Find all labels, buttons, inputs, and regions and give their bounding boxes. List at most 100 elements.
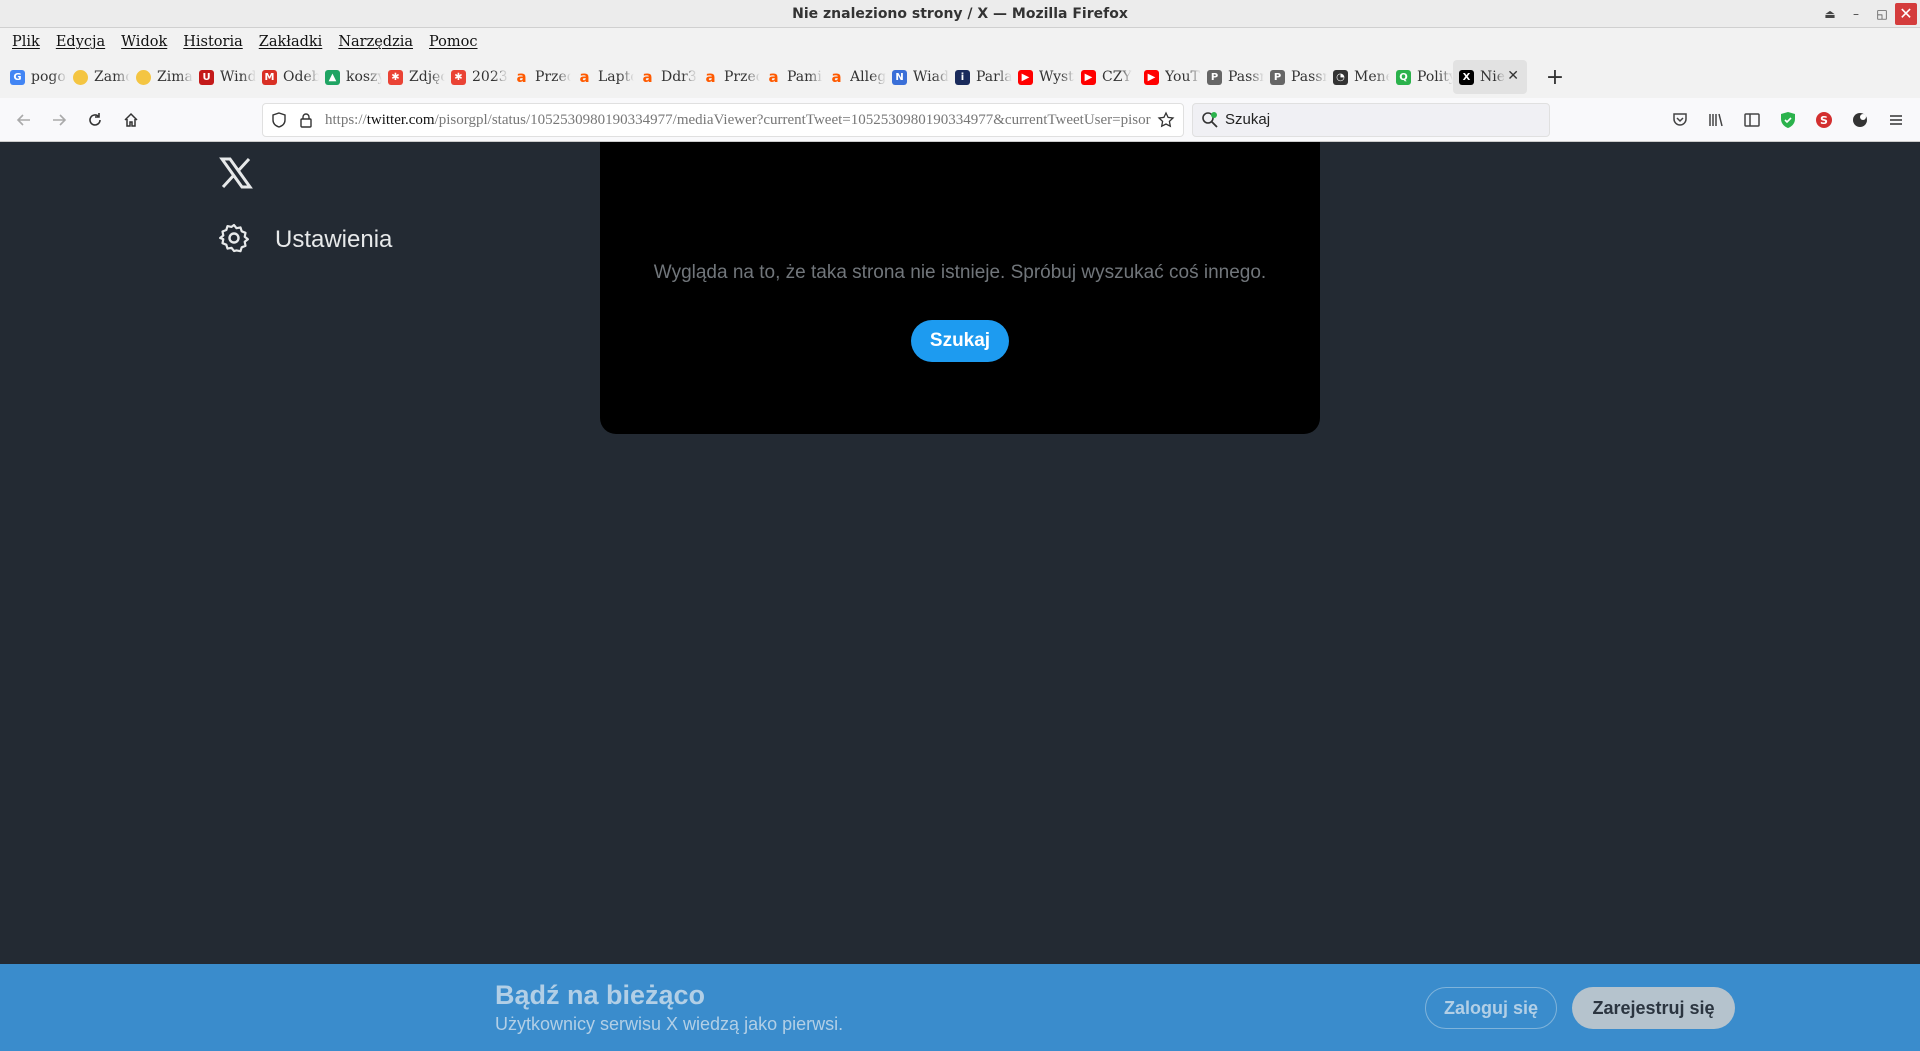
tab-label: Nie xyxy=(1480,69,1506,85)
lock-icon[interactable] xyxy=(299,112,313,132)
browser-tab[interactable]: ◔ Menedżer xyxy=(1327,60,1390,94)
new-tab-plus-icon[interactable]: + xyxy=(1537,60,1573,94)
x-icon: X xyxy=(1459,69,1474,85)
browser-tab[interactable]: a Laptop xyxy=(571,60,634,94)
extension-puzzle-icon[interactable] xyxy=(1848,108,1872,132)
search-button[interactable]: Szukaj xyxy=(911,320,1009,362)
browser-tab[interactable]: i Parlament xyxy=(949,60,1012,94)
google-icon: G xyxy=(10,69,25,85)
tab-label: Laptop xyxy=(598,69,634,85)
tab-label: Wystąpienie xyxy=(1039,69,1075,85)
tab-label: Polityka xyxy=(1417,69,1453,85)
gmail-icon: M xyxy=(262,69,277,85)
menubar: Plik Edycja Widok Historia Zakładki Narz… xyxy=(0,28,1920,56)
menu-view[interactable]: Widok xyxy=(113,34,175,50)
allegro-icon: a xyxy=(642,68,653,86)
settings-nav-item[interactable]: Ustawienia xyxy=(218,222,392,258)
tab-label: Windows xyxy=(220,69,256,85)
youtube-icon: ▶ xyxy=(1144,69,1159,85)
x-logo-icon[interactable] xyxy=(219,156,253,190)
browser-tab[interactable]: a Pamięć xyxy=(760,60,823,94)
browser-tab[interactable]: M Odebrane xyxy=(256,60,319,94)
library-icon[interactable] xyxy=(1704,108,1728,132)
tab-label: Parlament xyxy=(976,69,1012,85)
not-found-panel: Wygląda na to, że taka strona nie istnie… xyxy=(600,142,1320,434)
tab-label: Pamięć xyxy=(787,69,823,85)
pocket-icon[interactable] xyxy=(1668,108,1692,132)
browser-tab[interactable]: Gpogoda xyxy=(4,60,67,94)
ublock-icon: U xyxy=(199,69,214,85)
tab-label: Zdjęcia xyxy=(409,69,445,85)
tab-strip: Gpogoda Zamów Zima U Windows M Odebrane ▲ koszyk… xyxy=(0,56,1920,98)
menu-edit[interactable]: Edycja xyxy=(48,34,113,50)
menu-help[interactable]: Pomoc xyxy=(421,34,486,50)
hamburger-menu-icon[interactable] xyxy=(1884,108,1908,132)
polityka-icon: Q xyxy=(1396,69,1411,85)
tab-label: Passmark xyxy=(1291,69,1327,85)
extension-s-icon[interactable]: S xyxy=(1812,108,1836,132)
tab-label: Wiadomości xyxy=(913,69,949,85)
tab-label: Zima xyxy=(157,69,193,85)
tab-close-icon[interactable]: ✕ xyxy=(1507,68,1519,84)
menu-bookmarks[interactable]: Zakładki xyxy=(251,34,331,50)
tab-label: pogoda xyxy=(31,69,67,85)
tab-label: CZY xyxy=(1102,69,1132,85)
browser-tab[interactable]: P Passmark xyxy=(1201,60,1264,94)
menu-file[interactable]: Plik xyxy=(4,34,48,50)
signup-button[interactable]: Zarejestruj się xyxy=(1572,987,1735,1029)
passmark-icon: P xyxy=(1270,69,1285,85)
browser-tab[interactable]: ▶ Wystąpienie xyxy=(1012,60,1075,94)
allegro-icon: a xyxy=(768,68,779,86)
tab-label: Menedżer xyxy=(1354,69,1390,85)
not-found-message: Wygląda na to, że taka strona nie istnie… xyxy=(653,262,1267,283)
browser-tab[interactable]: a Przed xyxy=(508,60,571,94)
photos-icon: ✱ xyxy=(451,69,466,85)
home-icon[interactable] xyxy=(119,108,143,132)
banner-title: Bądź na bieżąco xyxy=(495,980,706,1010)
window-title: Nie znaleziono strony / X — Mozilla Fire… xyxy=(792,6,1128,22)
shield-extension-icon[interactable] xyxy=(1776,108,1800,132)
bookmark-star-icon[interactable] xyxy=(1157,111,1175,133)
browser-tab[interactable]: Q Polityka xyxy=(1390,60,1453,94)
browser-tab[interactable]: ▶ YouTube xyxy=(1138,60,1201,94)
youtube-icon: ▶ xyxy=(1018,69,1033,85)
browser-tab[interactable]: a Ddr3 xyxy=(634,60,697,94)
back-arrow-icon[interactable] xyxy=(12,108,36,132)
window-maximize-icon[interactable]: ◱ xyxy=(1869,0,1895,28)
window-titlebar: Nie znaleziono strony / X — Mozilla Fire… xyxy=(0,0,1920,28)
menu-history[interactable]: Historia xyxy=(175,34,251,50)
browser-tab[interactable]: Zamów xyxy=(67,60,130,94)
browser-tab[interactable]: N Wiadomości xyxy=(886,60,949,94)
search-bar[interactable]: Szukaj xyxy=(1192,103,1550,137)
reload-icon[interactable] xyxy=(83,108,107,132)
allegro-icon: a xyxy=(831,68,842,86)
url-host: twitter.com xyxy=(366,112,435,128)
browser-tab[interactable]: ✱ 2023 xyxy=(445,60,508,94)
url-text[interactable]: https://twitter.com/pisorgpl/status/1052… xyxy=(325,104,1151,136)
window-close-icon[interactable]: ✕ xyxy=(1895,3,1917,25)
tracking-shield-icon[interactable] xyxy=(271,112,287,132)
browser-tab[interactable]: U Windows xyxy=(193,60,256,94)
browser-tab[interactable]: a Allegro xyxy=(823,60,886,94)
gear-icon xyxy=(218,222,250,258)
browser-tab[interactable]: Zima xyxy=(130,60,193,94)
drive-icon: ▲ xyxy=(325,69,340,85)
allegro-icon: a xyxy=(516,68,527,86)
window-shade-icon[interactable]: ⏏ xyxy=(1817,0,1843,28)
sidebar-toggle-icon[interactable] xyxy=(1740,108,1764,132)
menu-tools[interactable]: Narzędzia xyxy=(330,34,421,50)
browser-tab[interactable]: ▶ CZY xyxy=(1075,60,1138,94)
login-button[interactable]: Zaloguj się xyxy=(1425,987,1557,1029)
banner-subtitle: Użytkownicy serwisu X wiedzą jako pierws… xyxy=(495,1014,844,1034)
browser-tab[interactable]: ✱ Zdjęcia xyxy=(382,60,445,94)
browser-tab[interactable]: P Passmark xyxy=(1264,60,1327,94)
address-bar[interactable]: https://twitter.com/pisorgpl/status/1052… xyxy=(262,103,1184,137)
tab-label: Passmark xyxy=(1228,69,1264,85)
browser-tab[interactable]: a Przed xyxy=(697,60,760,94)
browser-tab[interactable]: ▲ koszyk xyxy=(319,60,382,94)
browser-tab[interactable]: X Nie ✕ xyxy=(1453,60,1527,94)
window-minimize-icon[interactable]: – xyxy=(1843,0,1869,28)
tab-label: Ddr3 xyxy=(661,69,697,85)
forward-arrow-icon[interactable] xyxy=(47,108,71,132)
tab-label: Przed xyxy=(724,69,760,85)
